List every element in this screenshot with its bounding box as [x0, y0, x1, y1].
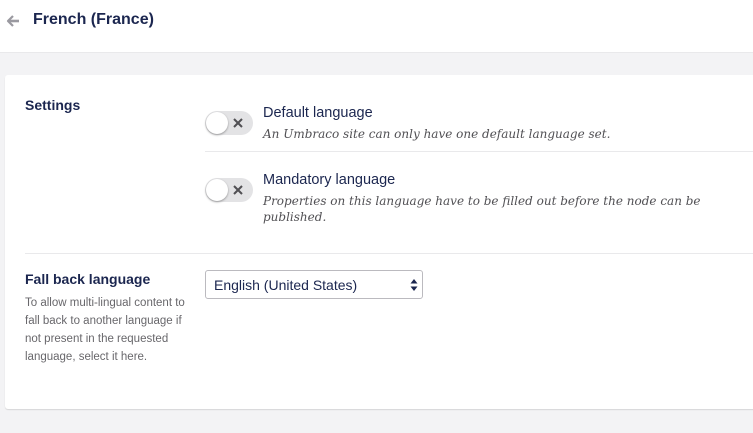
toggle-knob — [206, 179, 228, 201]
default-language-title: Default language — [263, 105, 373, 121]
option-divider — [205, 151, 753, 152]
page-title: French (France) — [33, 11, 154, 28]
back-button[interactable] — [3, 11, 23, 31]
toggle-knob — [206, 112, 228, 134]
select-arrows-icon — [410, 279, 418, 291]
fallback-language-value: English (United States) — [214, 277, 358, 293]
arrow-left-icon — [6, 15, 19, 27]
fallback-language-label: Fall back language — [25, 271, 151, 287]
x-icon — [233, 118, 243, 128]
section-divider — [25, 253, 753, 254]
x-icon — [233, 185, 243, 195]
default-language-toggle[interactable] — [205, 111, 253, 135]
language-settings-panel: Settings Default language An Umbraco sit… — [5, 75, 753, 409]
mandatory-language-title: Mandatory language — [263, 172, 396, 188]
page-header: French (France) — [0, 0, 753, 53]
fallback-language-select[interactable]: English (United States) — [205, 270, 423, 299]
settings-label: Settings — [25, 97, 81, 113]
fallback-language-description: To allow multi-lingual content to fall b… — [25, 297, 185, 363]
mandatory-language-toggle[interactable] — [205, 178, 253, 202]
mandatory-language-description: Properties on this language have to be f… — [263, 194, 701, 224]
default-language-description: An Umbraco site can only have one defaul… — [263, 127, 611, 141]
